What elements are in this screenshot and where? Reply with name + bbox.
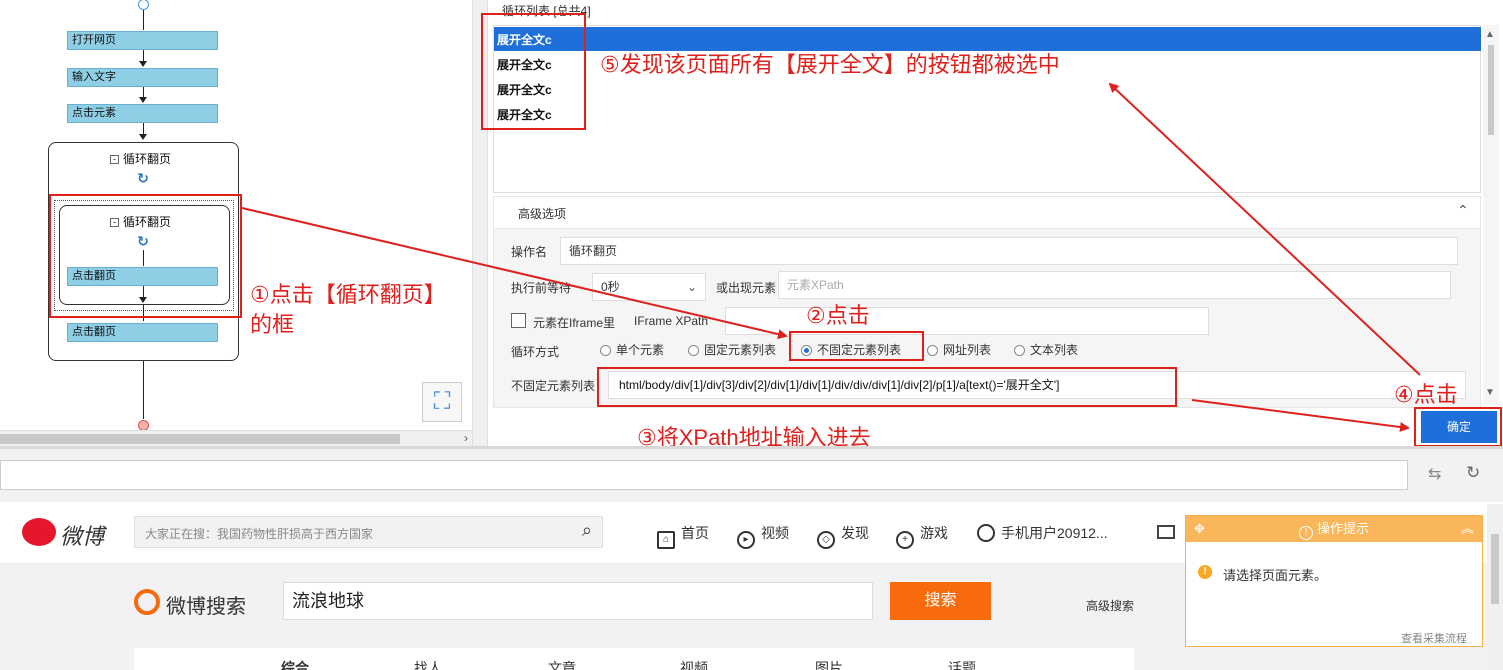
popup-header[interactable]: ✥ ! 操作提示 ︽ [1186,516,1482,542]
nav-user[interactable]: 手机用户20912... [977,523,1108,543]
popup-message: 请选择页面元素。 [1223,568,1328,583]
arrow-loop-to-mode [241,207,788,340]
video-icon: ▸ [737,531,755,549]
tab-images[interactable]: 图片 [815,658,843,670]
warning-icon: ! [1198,565,1212,579]
gamepad-icon: + [896,531,914,549]
search-placeholder: 大家正在搜：我国药物性肝损高于西方国家 [145,527,374,541]
tab-all[interactable]: 综合 [281,658,309,670]
tab-videos[interactable]: 视频 [680,658,708,670]
operation-tip-popup: ✥ ! 操作提示 ︽ ! 请选择页面元素。 查看采集流程 [1185,515,1483,647]
nav-label: 首页 [681,525,709,541]
nav-video[interactable]: ▸ 视频 [737,523,789,549]
weibo-search-logo: 微博搜索 [166,596,246,618]
tab-topics[interactable]: 话题 [948,658,976,670]
nav-label: 手机用户20912... [1001,525,1108,541]
weibo-search-logo-icon [134,589,160,615]
nav-label: 游戏 [920,525,948,541]
main-search-button[interactable]: 搜索 [890,582,991,620]
weibo-search-input[interactable]: 大家正在搜：我国药物性肝损高于西方国家 ⌕ [134,516,603,548]
move-icon[interactable]: ✥ [1194,516,1205,542]
swap-icon[interactable]: ⇆ [1428,464,1441,484]
home-icon: ⌂ [657,531,675,549]
weibo-logo-icon[interactable] [22,518,56,546]
tab-people[interactable]: 找人 [414,658,442,670]
nav-discover[interactable]: ◇ 发现 [817,523,869,549]
user-icon [977,524,995,542]
advanced-search-link[interactable]: 高级搜索 [1086,597,1134,614]
view-flow-link[interactable]: 查看采集流程 [1401,630,1467,646]
nav-home[interactable]: ⌂ 首页 [657,523,709,549]
mail-icon[interactable] [1157,525,1175,539]
popup-title: 操作提示 [1316,521,1369,536]
info-icon: ! [1298,526,1313,540]
compass-icon: ◇ [817,531,835,549]
address-bar[interactable] [0,460,1408,490]
main-search-input[interactable]: 流浪地球 [283,582,873,620]
refresh-icon[interactable]: ↻ [1466,463,1480,483]
page-scrollbar[interactable] [1487,504,1503,670]
collapse-up-icon[interactable]: ︽ [1461,516,1474,542]
nav-label: 视频 [761,525,789,541]
weibo-logo-text[interactable]: 微博 [60,519,104,551]
nav-label: 发现 [841,525,869,541]
tab-articles[interactable]: 文章 [548,658,576,670]
arrow-xpath-to-confirm [1191,399,1410,432]
search-icon[interactable]: ⌕ [582,520,592,541]
nav-games[interactable]: + 游戏 [896,523,948,549]
arrow-confirm-to-result [1108,82,1421,376]
